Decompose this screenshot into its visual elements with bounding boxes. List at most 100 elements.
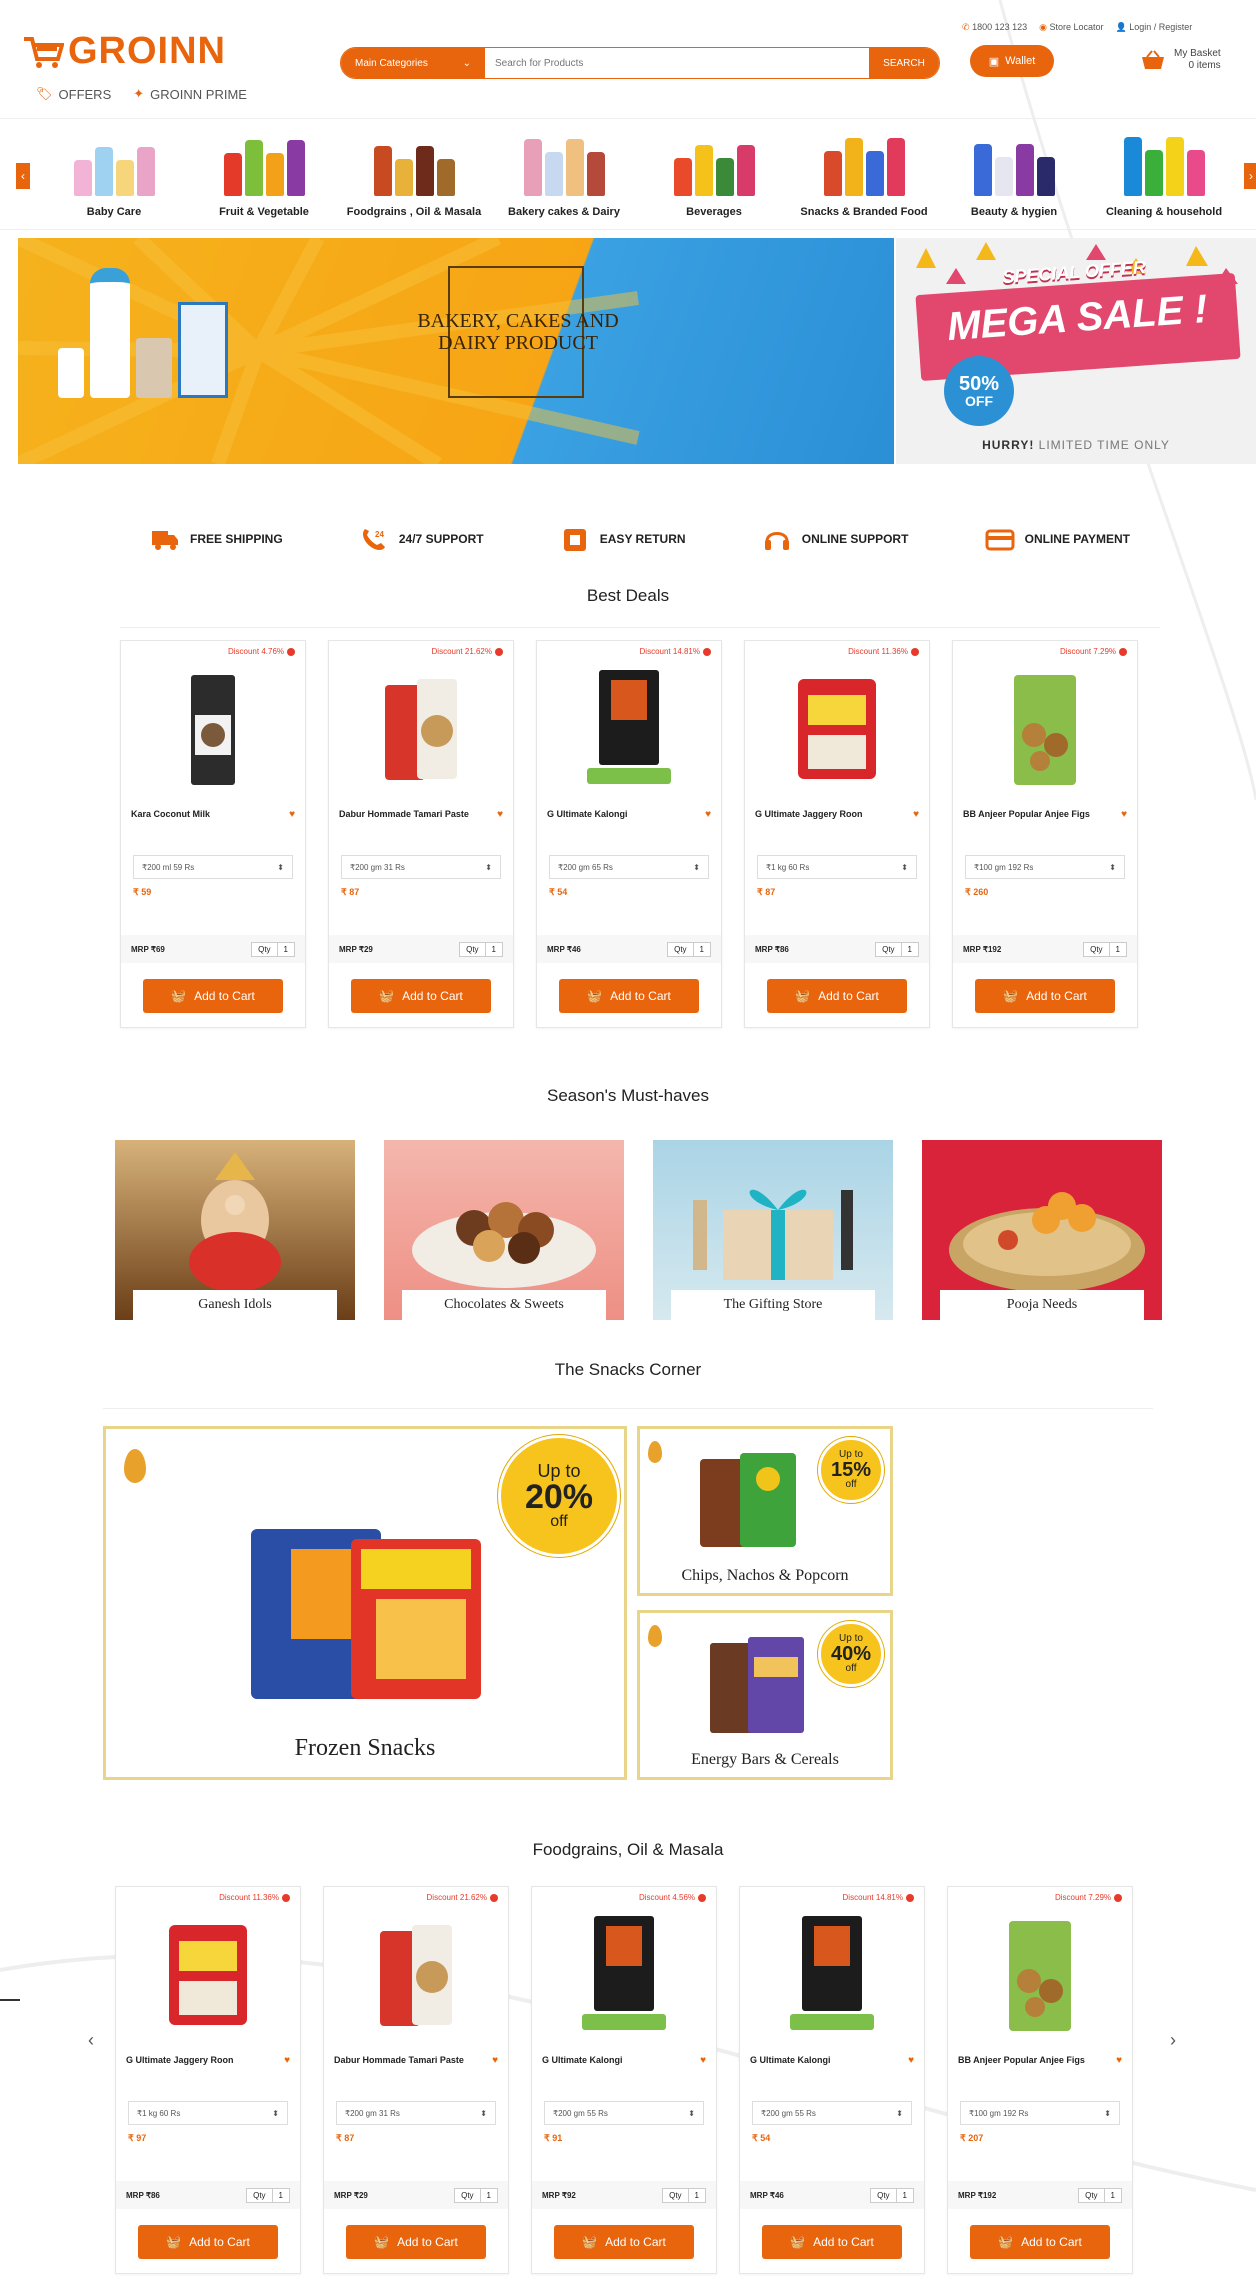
qty-value[interactable]: 1 (1108, 942, 1126, 956)
wallet-button[interactable]: ▣ Wallet (970, 45, 1054, 77)
product-name[interactable]: G Ultimate Kalongi (750, 2055, 831, 2065)
product-name[interactable]: G Ultimate Kalongi (542, 2055, 623, 2065)
mega-sale-banner[interactable]: SPECIAL OFFER MEGA SALE ! 50% OFF HURRY! … (896, 238, 1256, 464)
qty-stepper[interactable]: Qty 1 (1078, 2187, 1122, 2203)
qty-stepper[interactable]: Qty 1 (246, 2187, 290, 2203)
search-input[interactable] (485, 48, 869, 78)
qty-stepper[interactable]: Qty 1 (1083, 941, 1127, 957)
category-item[interactable]: Baby Care (44, 134, 184, 218)
heart-icon[interactable]: ♥ (908, 2055, 914, 2067)
add-to-cart-button[interactable]: 🧺 Add to Cart (975, 979, 1115, 1013)
product-name[interactable]: Kara Coconut Milk (131, 809, 210, 819)
category-item[interactable]: Beauty & hygien (944, 134, 1084, 218)
season-tile-gifting[interactable]: The Gifting Store (653, 1140, 893, 1320)
variant-select[interactable]: ₹200 ml 59 Rs ⬍ (133, 855, 293, 879)
foodgrains-next-button[interactable]: › (1170, 2030, 1176, 2051)
season-tile-pooja[interactable]: Pooja Needs (922, 1140, 1162, 1320)
add-to-cart-button[interactable]: 🧺 Add to Cart (143, 979, 283, 1013)
add-to-cart-button[interactable]: 🧺 Add to Cart (970, 2225, 1110, 2259)
product-name[interactable]: Dabur Hommade Tamari Paste (334, 2055, 464, 2065)
variant-select[interactable]: ₹100 gm 192 Rs ⬍ (965, 855, 1125, 879)
bakery-dairy-banner[interactable]: BAKERY, CAKES AND DAIRY PRODUCT (18, 238, 894, 464)
variant-select[interactable]: ₹200 gm 31 Rs ⬍ (341, 855, 501, 879)
qty-stepper[interactable]: Qty 1 (667, 941, 711, 957)
category-next-button[interactable]: › (1244, 163, 1256, 189)
qty-value[interactable]: 1 (900, 942, 918, 956)
qty-value[interactable]: 1 (895, 2188, 913, 2202)
product-name[interactable]: BB Anjeer Popular Anjee Figs (958, 2055, 1085, 2065)
product-image-wrap[interactable] (532, 1911, 716, 2041)
qty-stepper[interactable]: Qty 1 (454, 2187, 498, 2203)
add-to-cart-button[interactable]: 🧺 Add to Cart (559, 979, 699, 1013)
heart-icon[interactable]: ♥ (700, 2055, 706, 2067)
category-select[interactable]: Main Categories ⌄ (341, 48, 485, 78)
product-card[interactable]: Discount 14.81% G Ultimate Kalongi ♥ ₹200 g… (536, 640, 722, 1028)
product-image-wrap[interactable] (324, 1911, 508, 2041)
product-image-wrap[interactable] (121, 665, 305, 795)
variant-select[interactable]: ₹200 gm 55 Rs ⬍ (544, 2101, 704, 2125)
add-to-cart-button[interactable]: 🧺 Add to Cart (346, 2225, 486, 2259)
product-card[interactable]: Discount 4.76% Kara Coconut Milk ♥ ₹200 ml … (120, 640, 306, 1028)
add-to-cart-button[interactable]: 🧺 Add to Cart (554, 2225, 694, 2259)
energy-bars-tile[interactable]: Up to 40% off Energy Bars & Cereals (637, 1610, 893, 1780)
variant-select[interactable]: ₹1 kg 60 Rs ⬍ (757, 855, 917, 879)
product-image-wrap[interactable] (537, 665, 721, 795)
product-card[interactable]: Discount 21.62% Dabur Hommade Tamari Past… (328, 640, 514, 1028)
season-tile-chocolates[interactable]: Chocolates & Sweets (384, 1140, 624, 1320)
category-item[interactable]: Cleaning & household (1094, 134, 1234, 218)
groinn-logo[interactable]: GROINN (22, 30, 226, 73)
heart-icon[interactable]: ♥ (1121, 809, 1127, 821)
add-to-cart-button[interactable]: 🧺 Add to Cart (138, 2225, 278, 2259)
phone-link[interactable]: ✆ 1800 123 123 (962, 22, 1027, 33)
product-card[interactable]: Discount 14.81% G Ultimate Kalongi ♥ ₹200 g… (739, 1886, 925, 2274)
product-card[interactable]: Discount 11.36% G Ultimate Jaggery Roon ♥ ₹… (115, 1886, 301, 2274)
product-name[interactable]: G Ultimate Jaggery Roon (755, 809, 863, 819)
product-card[interactable]: Discount 11.36% G Ultimate Jaggery Roon ♥ ₹… (744, 640, 930, 1028)
qty-value[interactable]: 1 (271, 2188, 289, 2202)
product-name[interactable]: G Ultimate Kalongi (547, 809, 628, 819)
offers-link[interactable]: 🏷 OFFERS (36, 86, 111, 102)
product-card[interactable]: Discount 7.29% BB Anjeer Popular Anjee Fi… (952, 640, 1138, 1028)
qty-value[interactable]: 1 (1103, 2188, 1121, 2202)
search-button[interactable]: SEARCH (869, 48, 939, 78)
product-image-wrap[interactable] (116, 1911, 300, 2041)
product-card[interactable]: Discount 4.56% G Ultimate Kalongi ♥ ₹200 gm… (531, 1886, 717, 2274)
category-item[interactable]: Snacks & Branded Food (794, 134, 934, 218)
add-to-cart-button[interactable]: 🧺 Add to Cart (762, 2225, 902, 2259)
product-name[interactable]: Dabur Hommade Tamari Paste (339, 809, 469, 819)
category-prev-button[interactable]: ‹ (16, 163, 30, 189)
category-item[interactable]: Foodgrains , Oil & Masala (344, 134, 484, 218)
qty-value[interactable]: 1 (484, 942, 502, 956)
heart-icon[interactable]: ♥ (1116, 2055, 1122, 2067)
product-image-wrap[interactable] (329, 665, 513, 795)
product-name[interactable]: G Ultimate Jaggery Roon (126, 2055, 234, 2065)
qty-value[interactable]: 1 (479, 2188, 497, 2202)
qty-stepper[interactable]: Qty 1 (662, 2187, 706, 2203)
prime-link[interactable]: ✦ GROINN PRIME (133, 86, 247, 102)
basket-button[interactable]: My Basket 0 items (1140, 48, 1221, 72)
qty-stepper[interactable]: Qty 1 (875, 941, 919, 957)
category-item[interactable]: Bakery cakes & Dairy (494, 134, 634, 218)
product-name[interactable]: BB Anjeer Popular Anjee Figs (963, 809, 1090, 819)
variant-select[interactable]: ₹200 gm 55 Rs ⬍ (752, 2101, 912, 2125)
product-card[interactable]: Discount 7.29% BB Anjeer Popular Anjee Fi… (947, 1886, 1133, 2274)
qty-stepper[interactable]: Qty 1 (251, 941, 295, 957)
variant-select[interactable]: ₹200 gm 65 Rs ⬍ (549, 855, 709, 879)
product-image-wrap[interactable] (740, 1911, 924, 2041)
qty-stepper[interactable]: Qty 1 (459, 941, 503, 957)
season-tile-ganesh[interactable]: Ganesh Idols (115, 1140, 355, 1320)
heart-icon[interactable]: ♥ (492, 2055, 498, 2067)
variant-select[interactable]: ₹100 gm 192 Rs ⬍ (960, 2101, 1120, 2125)
product-card[interactable]: Discount 21.62% Dabur Hommade Tamari Past… (323, 1886, 509, 2274)
qty-value[interactable]: 1 (692, 942, 710, 956)
qty-value[interactable]: 1 (276, 942, 294, 956)
store-locator-link[interactable]: ◉ Store Locator (1039, 22, 1103, 33)
frozen-snacks-tile[interactable]: Up to 20% off Frozen Snacks (103, 1426, 627, 1780)
heart-icon[interactable]: ♥ (289, 809, 295, 821)
chips-tile[interactable]: Up to 15% off Chips, Nachos & Popcorn (637, 1426, 893, 1596)
heart-icon[interactable]: ♥ (497, 809, 503, 821)
qty-stepper[interactable]: Qty 1 (870, 2187, 914, 2203)
login-link[interactable]: 👤 Login / Register (1116, 22, 1193, 33)
heart-icon[interactable]: ♥ (284, 2055, 290, 2067)
heart-icon[interactable]: ♥ (705, 809, 711, 821)
